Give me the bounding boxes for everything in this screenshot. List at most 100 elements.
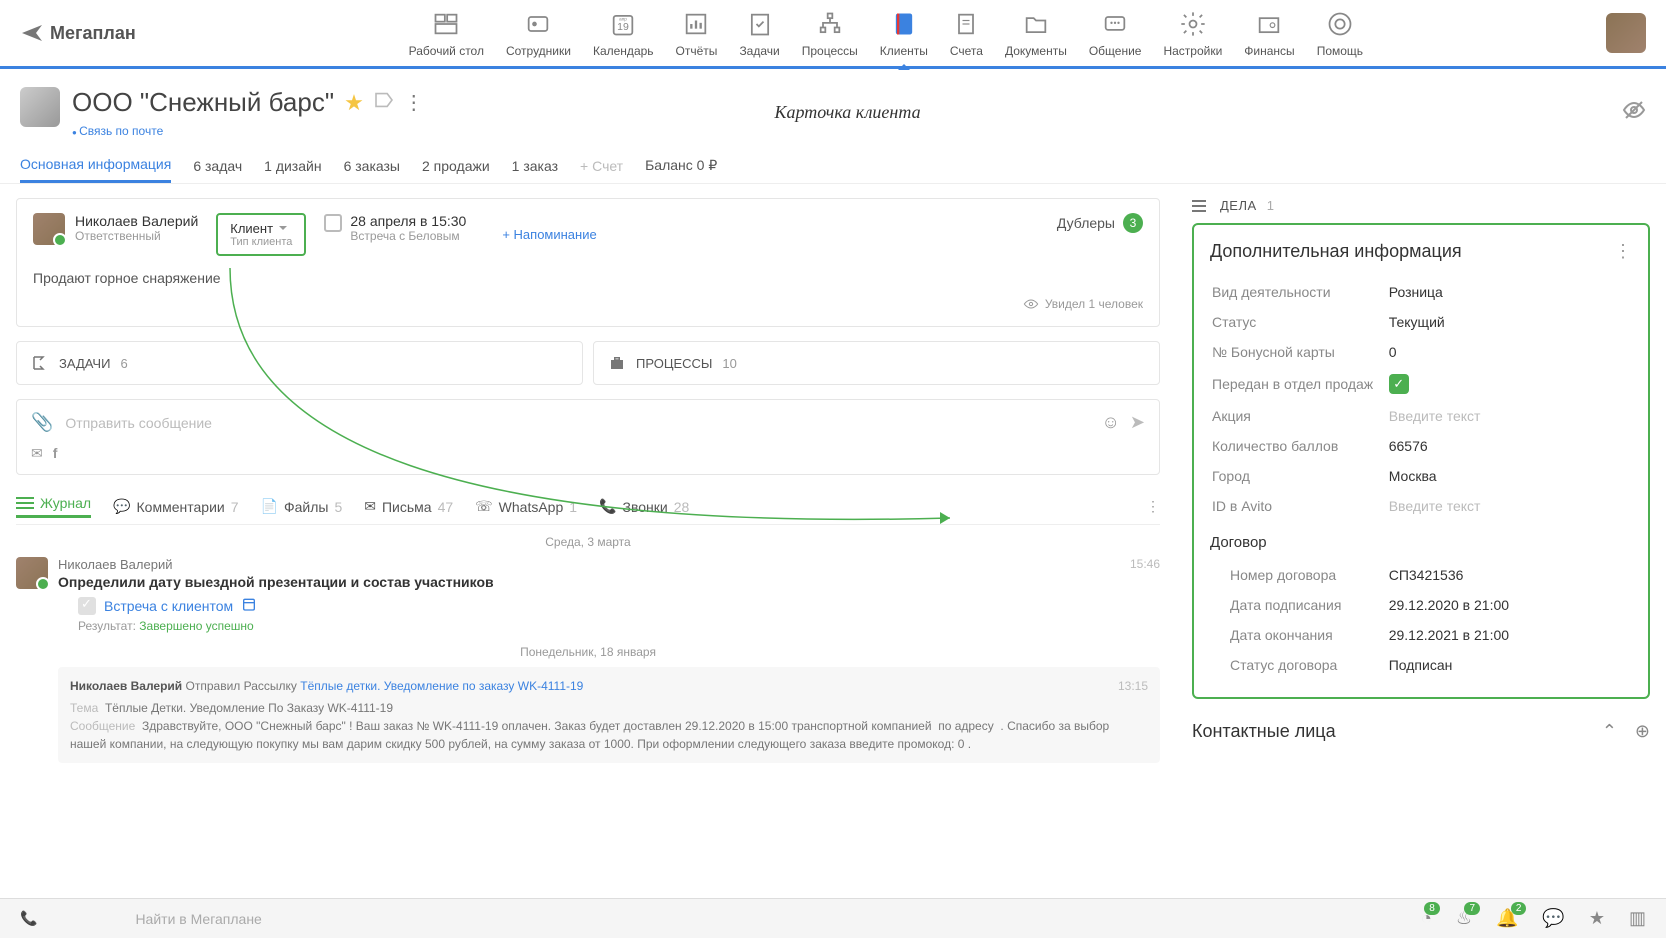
tab-letters[interactable]: ✉Письма47 xyxy=(364,498,453,515)
entry-avatar[interactable] xyxy=(16,557,48,589)
tab-order[interactable]: 1 заказ xyxy=(512,150,558,182)
logo[interactable]: Мегаплан xyxy=(20,21,136,45)
points-value[interactable]: 66576 xyxy=(1389,432,1630,460)
tab-files[interactable]: 📄Файлы5 xyxy=(261,498,343,515)
bonus-value[interactable]: 0 xyxy=(1389,338,1630,366)
logo-text: Мегаплан xyxy=(50,23,136,44)
mail-link[interactable]: Тёплые детки. Уведомление по заказу WK-4… xyxy=(300,679,583,693)
phone-bar-icon[interactable]: 📞 xyxy=(20,910,37,927)
contact-link[interactable]: Связь по почте xyxy=(72,124,424,138)
calendar-small-icon[interactable] xyxy=(241,596,257,615)
attach-icon[interactable]: 📎 xyxy=(31,412,53,433)
contract-no[interactable]: СП3421536 xyxy=(1389,561,1630,589)
tab-journal[interactable]: Журнал xyxy=(16,495,91,518)
bell-icon[interactable]: 🔔2 xyxy=(1496,908,1518,929)
message-compose: 📎 Отправить сообщение ☺ ➤ ✉ f xyxy=(16,399,1160,475)
action-input[interactable]: Введите текст xyxy=(1389,402,1630,430)
activity-type-value[interactable]: Розница xyxy=(1389,278,1630,306)
nav-settings[interactable]: Настройки xyxy=(1155,8,1230,58)
tab-tasks[interactable]: 6 задач xyxy=(193,150,242,182)
emoji-icon[interactable]: ☺ xyxy=(1102,412,1120,433)
status-value[interactable]: Текущий xyxy=(1389,308,1630,336)
nav-desktop[interactable]: Рабочий стол xyxy=(401,8,492,58)
documents-icon xyxy=(1020,8,1052,40)
result-value: Завершено успешно xyxy=(139,619,253,633)
energy-icon[interactable]: ◔8 xyxy=(1421,908,1432,929)
tab-whatsapp[interactable]: ☏WhatsApp1 xyxy=(475,498,577,515)
seen-indicator[interactable]: Увидел 1 человек xyxy=(33,296,1143,312)
facebook-icon[interactable]: f xyxy=(53,445,58,462)
bottom-bar: 📞 Найти в Мегаплане ◔8 ♨7 🔔2 💬 ★ ▥ xyxy=(0,898,1666,938)
nav-tasks[interactable]: Задачи xyxy=(731,8,787,58)
more-icon[interactable]: ⋮ xyxy=(404,90,424,115)
responsible-name: Николаев Валерий xyxy=(75,213,198,229)
tab-sales[interactable]: 2 продажи xyxy=(422,150,490,182)
avito-input[interactable]: Введите текст xyxy=(1389,492,1630,520)
nav-items: Рабочий стол Сотрудники 19апрКалендарь О… xyxy=(166,8,1606,58)
add-contact-icon[interactable]: ⊕ xyxy=(1635,721,1650,742)
chat-bar-icon[interactable]: 💬 xyxy=(1542,908,1564,929)
doublers[interactable]: Дублеры 3 xyxy=(1057,213,1143,233)
check-icon[interactable] xyxy=(78,597,96,615)
doublers-count-badge: 3 xyxy=(1123,213,1143,233)
sign-date[interactable]: 29.12.2020 в 21:00 xyxy=(1389,591,1630,619)
reports-icon xyxy=(680,8,712,40)
star-icon[interactable]: ★ xyxy=(344,90,364,116)
collapse-icon[interactable]: ⌃ xyxy=(1602,721,1617,742)
nav-documents[interactable]: Документы xyxy=(997,8,1075,58)
visibility-off-icon[interactable] xyxy=(1622,98,1646,128)
add-reminder-link[interactable]: + Напоминание xyxy=(502,227,596,242)
star-bar-icon[interactable]: ★ xyxy=(1589,908,1605,929)
nav-clients[interactable]: Клиенты xyxy=(872,8,936,58)
transfer-checkbox[interactable]: ✓ xyxy=(1389,374,1409,394)
chevron-down-icon xyxy=(279,226,287,234)
nav-finance[interactable]: Финансы xyxy=(1236,8,1302,58)
responsible-role: Ответственный xyxy=(75,229,198,243)
nav-calendar[interactable]: 19апрКалендарь xyxy=(585,8,662,58)
svg-text:апр: апр xyxy=(619,17,627,22)
tasks-box[interactable]: ЗАДАЧИ 6 xyxy=(16,341,583,385)
city-value[interactable]: Москва xyxy=(1389,462,1630,490)
nav-employees[interactable]: Сотрудники xyxy=(498,8,579,58)
client-description: Продают горное снаряжение xyxy=(33,270,1143,286)
tab-calls[interactable]: 📞Звонки28 xyxy=(599,498,689,515)
email-icon[interactable]: ✉ xyxy=(31,445,43,462)
client-type-select[interactable]: Клиент Тип клиента xyxy=(216,213,306,256)
user-avatar[interactable] xyxy=(1606,13,1646,53)
nav-reports[interactable]: Отчёты xyxy=(668,8,726,58)
book-icon[interactable]: ▥ xyxy=(1629,908,1646,929)
help-icon xyxy=(1324,8,1356,40)
tab-design[interactable]: 1 дизайн xyxy=(264,150,321,182)
comment-icon: 💬 xyxy=(113,498,130,515)
end-date[interactable]: 29.12.2021 в 21:00 xyxy=(1389,621,1630,649)
nav-processes[interactable]: Процессы xyxy=(794,8,866,58)
meeting-checkbox[interactable] xyxy=(324,214,342,232)
message-input[interactable]: Отправить сообщение xyxy=(65,415,1089,431)
client-tabs: Основная информация 6 задач 1 дизайн 6 з… xyxy=(0,148,1666,184)
list-icon: + xyxy=(1192,199,1210,213)
meeting-link[interactable]: Встреча с клиентом xyxy=(104,598,233,614)
tag-icon[interactable] xyxy=(374,92,394,113)
contract-status[interactable]: Подписан xyxy=(1389,651,1630,679)
deals-header[interactable]: + ДЕЛА 1 xyxy=(1192,198,1650,213)
processes-box[interactable]: ПРОЦЕССЫ 10 xyxy=(593,341,1160,385)
nav-invoices[interactable]: Счета xyxy=(942,8,991,58)
activity-more-icon[interactable]: ⋮ xyxy=(1146,498,1160,515)
tab-orders[interactable]: 6 заказы xyxy=(344,150,400,182)
send-icon[interactable]: ➤ xyxy=(1130,412,1145,433)
phone-icon: 📞 xyxy=(599,498,616,515)
client-info-card: Николаев Валерий Ответственный Клиент Ти… xyxy=(16,198,1160,327)
nav-help[interactable]: Помощь xyxy=(1309,8,1371,58)
meeting-block[interactable]: 28 апреля в 15:30 Встреча с Беловым xyxy=(324,213,466,243)
tab-invoice-add[interactable]: + Счет xyxy=(580,150,623,182)
nav-chat[interactable]: Общение xyxy=(1081,8,1150,58)
tab-comments[interactable]: 💬Комментарии7 xyxy=(113,498,238,515)
global-search-input[interactable]: Найти в Мегаплане xyxy=(135,911,585,927)
mail-entry[interactable]: Николаев Валерий Отправил Рассылку Тёплы… xyxy=(58,667,1160,763)
responsible-block[interactable]: Николаев Валерий Ответственный xyxy=(33,213,198,245)
invoices-icon xyxy=(950,8,982,40)
panel-more-icon[interactable]: ⋮ xyxy=(1614,241,1632,262)
tab-main-info[interactable]: Основная информация xyxy=(20,148,171,183)
client-logo[interactable] xyxy=(20,87,60,127)
fire-icon[interactable]: ♨7 xyxy=(1456,908,1472,929)
